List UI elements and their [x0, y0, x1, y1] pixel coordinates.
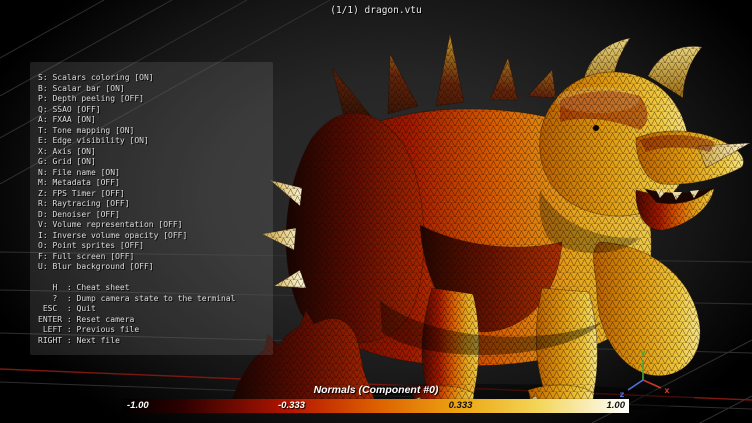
scalar-bar-tick: 1.00 — [607, 399, 626, 413]
axis-x-arrow — [643, 380, 661, 388]
app-window: y x z (1/1) dragon.vtu S: Scalars colori… — [0, 0, 752, 423]
cheatsheet-line: ? : Dump camera state to the terminal — [38, 294, 273, 305]
cheatsheet-line: ENTER : Reset camera — [38, 315, 273, 326]
cheatsheet-line: P: Depth peeling [OFF] — [38, 94, 273, 105]
cheatsheet-line: B: Scalar bar [ON] — [38, 84, 273, 95]
scalar-bar-tick: -0.333 — [278, 399, 305, 413]
cheatsheet-line: O: Point sprites [OFF] — [38, 241, 273, 252]
cheatsheet-line: D: Denoiser [OFF] — [38, 210, 273, 221]
cheatsheet-line: Q: SSAO [OFF] — [38, 105, 273, 116]
cheatsheet-line: N: File name [ON] — [38, 168, 273, 179]
cheatsheet-line: F: Full screen [OFF] — [38, 252, 273, 263]
cheatsheet-line: Z: FPS Timer [OFF] — [38, 189, 273, 200]
cheatsheet-line: I: Inverse volume opacity [OFF] — [38, 231, 273, 242]
cheatsheet-line: X: Axis [ON] — [38, 147, 273, 158]
axis-label-x: x — [664, 386, 670, 395]
cheatsheet-line: RIGHT : Next file — [38, 336, 273, 347]
scalar-bar-title: Normals (Component #0) — [123, 384, 629, 396]
cheatsheet-line: R: Raytracing [OFF] — [38, 199, 273, 210]
scalar-bar-tick: -1.00 — [127, 399, 149, 413]
cheatsheet-line: H : Cheat sheet — [38, 283, 273, 294]
cheatsheet-line: M: Metadata [OFF] — [38, 178, 273, 189]
scalar-bar-gradient: -1.00 -0.333 0.333 1.00 — [123, 399, 629, 413]
scalar-bar: Normals (Component #0) -1.00 -0.333 0.33… — [123, 384, 629, 413]
cheatsheet-panel: S: Scalars coloring [ON] B: Scalar bar [… — [30, 62, 273, 355]
file-title: (1/1) dragon.vtu — [0, 5, 752, 16]
axis-label-y: y — [640, 348, 646, 357]
scalar-bar-tick: 0.333 — [449, 399, 473, 413]
cheatsheet-line: E: Edge visibility [ON] — [38, 136, 273, 147]
cheatsheet-line: G: Grid [ON] — [38, 157, 273, 168]
cheatsheet-spacer — [38, 273, 273, 284]
cheatsheet-line: A: FXAA [ON] — [38, 115, 273, 126]
cheatsheet-line: V: Volume representation [OFF] — [38, 220, 273, 231]
cheatsheet-line: S: Scalars coloring [ON] — [38, 73, 273, 84]
cheatsheet-line: T: Tone mapping [ON] — [38, 126, 273, 137]
cheatsheet-line: U: Blur background [OFF] — [38, 262, 273, 273]
cheatsheet-line: ESC : Quit — [38, 304, 273, 315]
axis-z-arrow — [628, 380, 643, 390]
cheatsheet-line: LEFT : Previous file — [38, 325, 273, 336]
